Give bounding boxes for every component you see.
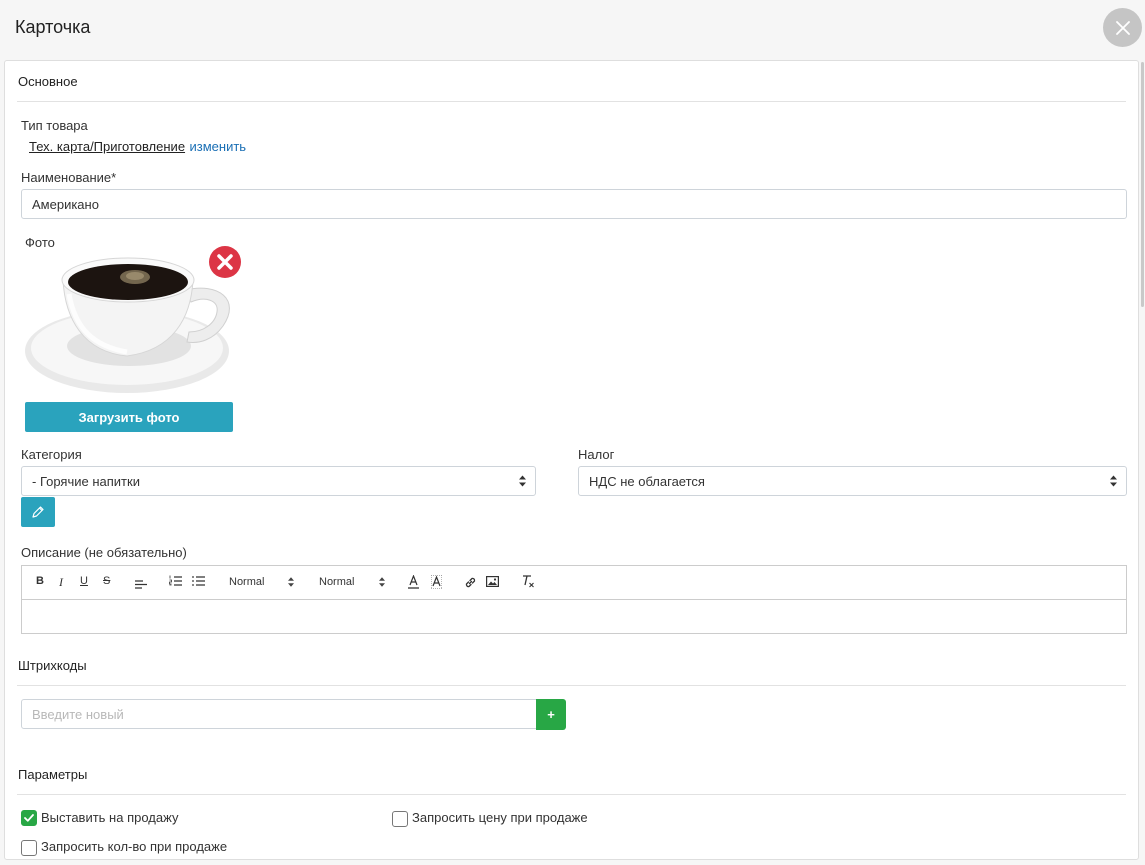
- product-type-row: Тех. карта/Приготовление изменить: [29, 138, 246, 156]
- barcode-input[interactable]: Введите новый: [21, 699, 537, 729]
- clear-format-icon[interactable]: [522, 575, 535, 588]
- name-label: Наименование*: [21, 170, 117, 185]
- name-input-value: Американо: [32, 196, 99, 212]
- ask-qty-label[interactable]: Запросить кол-во при продаже: [41, 839, 227, 854]
- upload-photo-button[interactable]: Загрузить фото: [25, 402, 233, 432]
- close-button[interactable]: [1103, 8, 1142, 47]
- divider: [17, 101, 1126, 102]
- product-type-label: Тип товара: [21, 118, 88, 133]
- size-select[interactable]: Normal: [319, 576, 354, 588]
- close-icon: [1115, 20, 1130, 35]
- ordered-list-icon[interactable]: [169, 575, 182, 587]
- section-title-params: Параметры: [18, 767, 88, 782]
- product-photo: [25, 257, 230, 393]
- bold-button[interactable]: B: [36, 575, 44, 587]
- editor-toolbar: B I U S Normal Normal: [22, 566, 1126, 600]
- header-select[interactable]: Normal: [229, 576, 264, 588]
- background-color-icon[interactable]: [431, 575, 442, 589]
- scrollbar[interactable]: [1141, 62, 1144, 307]
- tax-select-value: НДС не облагается: [589, 473, 705, 489]
- image-icon[interactable]: [486, 576, 499, 587]
- category-select-value: - Горячие напитки: [32, 473, 140, 489]
- remove-icon[interactable]: [208, 245, 242, 279]
- text-color-icon[interactable]: [408, 575, 419, 589]
- modal-title: Карточка: [15, 17, 91, 37]
- divider: [17, 794, 1126, 795]
- ask-qty-checkbox[interactable]: [21, 840, 37, 856]
- description-label: Описание (не обязательно): [21, 545, 187, 560]
- tax-select[interactable]: НДС не облагается: [578, 466, 1127, 496]
- category-label: Категория: [21, 447, 82, 462]
- for-sale-label[interactable]: Выставить на продажу: [41, 810, 178, 825]
- category-select[interactable]: - Горячие напитки: [21, 466, 536, 496]
- link-icon[interactable]: [464, 576, 477, 589]
- product-card: Основное Тип товара Тех. карта/Приготовл…: [4, 60, 1139, 860]
- align-icon[interactable]: [135, 577, 148, 589]
- name-input[interactable]: Американо: [21, 189, 1127, 219]
- description-editor: B I U S Normal Normal: [21, 565, 1127, 634]
- product-type-value[interactable]: Тех. карта/Приготовление: [29, 139, 185, 154]
- ask-price-label[interactable]: Запросить цену при продаже: [412, 810, 588, 825]
- italic-button[interactable]: I: [59, 575, 63, 590]
- modal-header: Карточка: [0, 0, 1145, 60]
- for-sale-checkbox[interactable]: [21, 810, 37, 826]
- bullet-list-icon[interactable]: [192, 575, 205, 587]
- strike-button[interactable]: S: [103, 575, 110, 587]
- select-arrows-icon: [519, 475, 526, 487]
- divider: [17, 685, 1126, 686]
- add-barcode-button[interactable]: +: [536, 699, 566, 730]
- pencil-icon: [32, 506, 44, 518]
- section-title-main: Основное: [18, 74, 78, 89]
- underline-button[interactable]: U: [80, 575, 88, 587]
- section-title-barcodes: Штрихкоды: [18, 658, 87, 673]
- select-arrows-icon: [288, 577, 294, 587]
- change-type-link[interactable]: изменить: [190, 139, 247, 154]
- select-arrows-icon: [1110, 475, 1117, 487]
- select-arrows-icon: [379, 577, 385, 587]
- tax-label: Налог: [578, 447, 615, 462]
- barcode-input-placeholder: Введите новый: [32, 706, 124, 722]
- edit-category-button[interactable]: [21, 497, 55, 527]
- checkmark-icon: [24, 814, 34, 822]
- ask-price-checkbox[interactable]: [392, 811, 408, 827]
